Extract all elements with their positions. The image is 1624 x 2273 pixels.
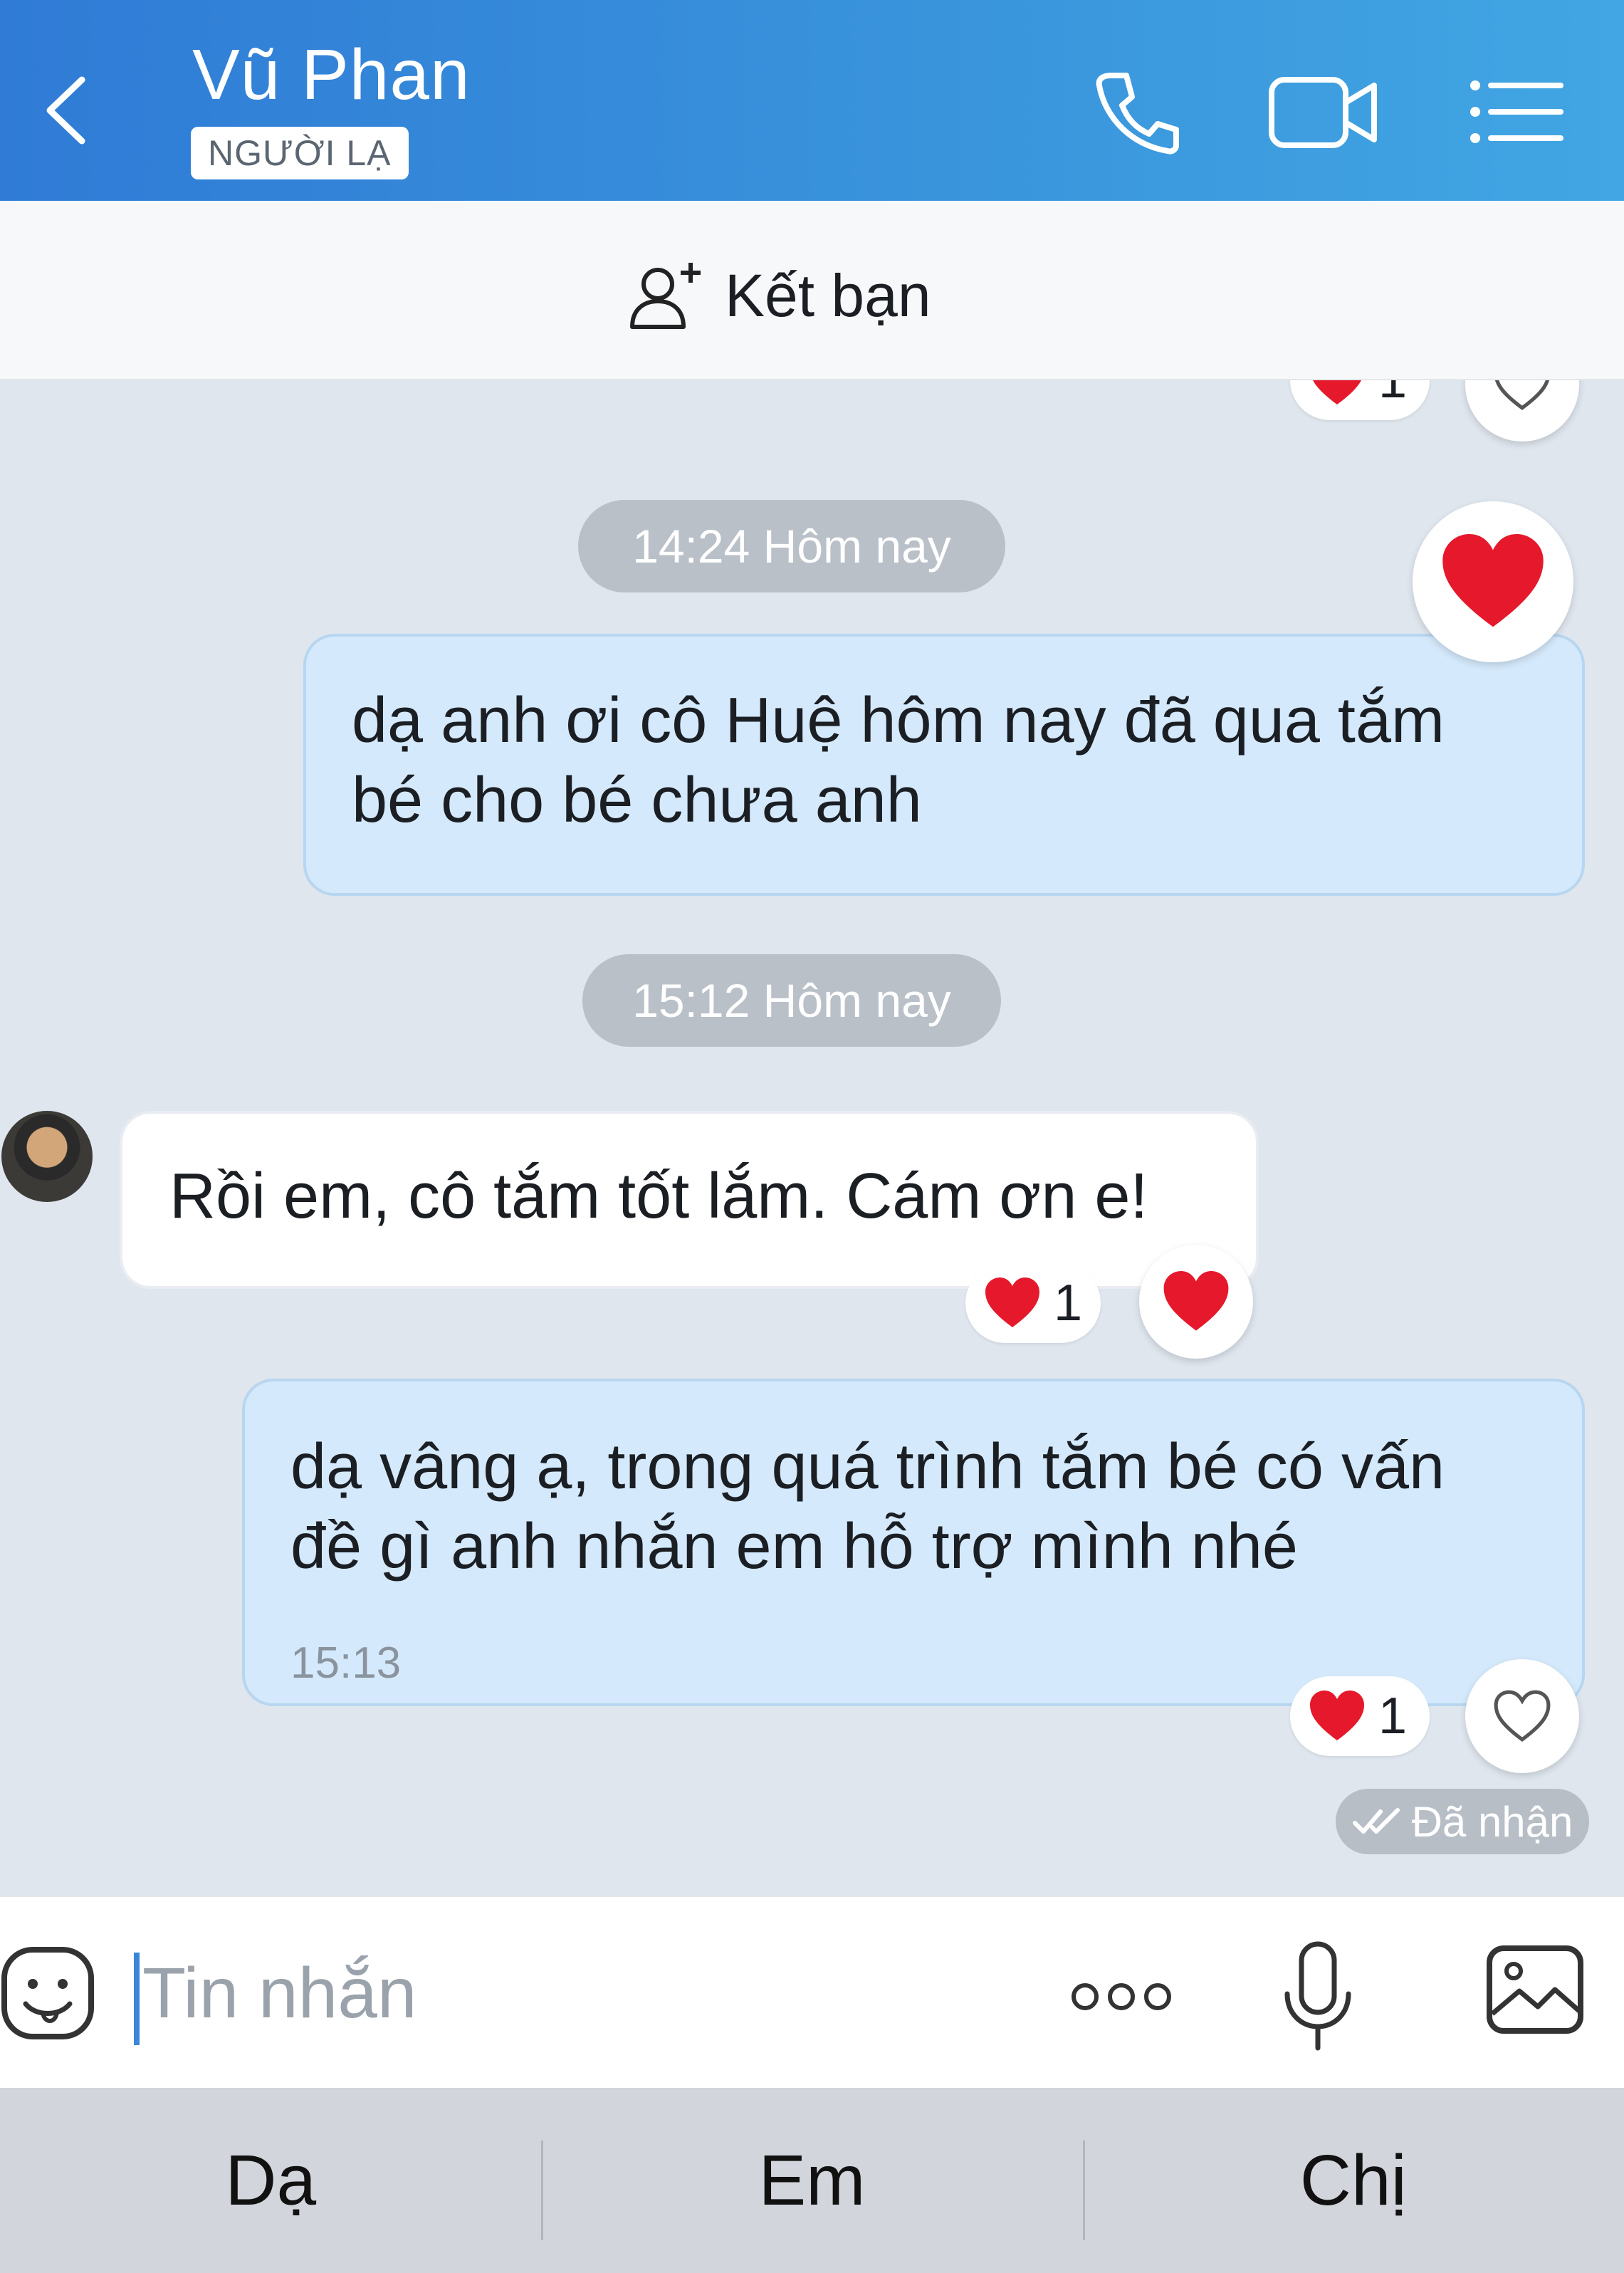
- chevron-left-icon: [46, 76, 85, 145]
- heart-icon: [985, 1277, 1039, 1327]
- received-message[interactable]: Rồi em, cô tắm tốt lắm. Cám ơn e!: [120, 1111, 1259, 1289]
- timestamp-divider: 15:12 Hôm nay: [582, 954, 1001, 1047]
- options-menu-button[interactable]: [1467, 66, 1566, 158]
- back-button[interactable]: [28, 64, 107, 157]
- heart-outline-icon: [1494, 380, 1550, 410]
- status-text: Đã nhận: [1411, 1797, 1573, 1846]
- heart-icon: [1313, 380, 1361, 404]
- more-dots-icon: [1072, 1983, 1171, 2010]
- contact-name[interactable]: Vũ Phan: [192, 34, 471, 116]
- reaction-summary[interactable]: 1: [965, 1263, 1101, 1343]
- emoji-button[interactable]: [0, 1945, 95, 2041]
- add-friend-icon: [630, 263, 701, 329]
- double-check-icon: [1352, 1808, 1400, 1834]
- list-menu-icon: [1470, 80, 1563, 143]
- phone-icon: [1096, 73, 1179, 155]
- microphone-icon: [1284, 1941, 1351, 2051]
- text-cursor: [134, 1953, 140, 2045]
- voice-record-button[interactable]: [1279, 1940, 1357, 2054]
- message-time: 15:13: [290, 1639, 402, 1688]
- reaction-summary[interactable]: 1: [1290, 380, 1430, 420]
- react-button[interactable]: [1465, 380, 1579, 441]
- add-friend-label: Kết bạn: [725, 261, 931, 329]
- reaction-heart-button[interactable]: [1139, 1245, 1253, 1359]
- message-text: dạ vâng ạ, trong quá trình tắm bé có vấn…: [290, 1431, 1445, 1582]
- more-options-button[interactable]: [1068, 1968, 1175, 2025]
- heart-icon: [1310, 1691, 1364, 1740]
- reaction-heart-button[interactable]: [1413, 501, 1573, 662]
- reaction-count: 1: [1378, 1688, 1408, 1745]
- message-text: Rồi em, cô tắm tốt lắm. Cám ơn e!: [169, 1161, 1148, 1232]
- add-friend-button[interactable]: Kết bạn: [627, 256, 931, 335]
- call-button[interactable]: [1089, 66, 1182, 158]
- message-input-bar: [0, 1896, 1624, 2088]
- quick-reply-da[interactable]: Dạ: [0, 2088, 541, 2273]
- react-button[interactable]: [1465, 1659, 1579, 1773]
- video-call-button[interactable]: [1267, 66, 1381, 158]
- send-image-button[interactable]: [1485, 1940, 1585, 2039]
- quick-reply-em[interactable]: Em: [541, 2088, 1082, 2273]
- heart-outline-icon: [1494, 1690, 1551, 1742]
- chat-header: Vũ Phan NGƯỜI LẠ: [0, 0, 1624, 201]
- sticker-face-icon: [1, 1947, 94, 2039]
- avatar[interactable]: [1, 1111, 93, 1202]
- add-friend-bar: Kết bạn: [0, 201, 1624, 380]
- sent-message[interactable]: dạ vâng ạ, trong quá trình tắm bé có vấn…: [242, 1379, 1585, 1706]
- video-camera-icon: [1269, 77, 1377, 148]
- heart-icon: [1163, 1271, 1229, 1331]
- chat-messages[interactable]: 1 14:24 Hôm nay dạ anh ơi cô Huệ hôm nay…: [0, 380, 1624, 1896]
- heart-icon: [1442, 534, 1544, 627]
- reaction-count: 1: [1053, 1275, 1082, 1332]
- timestamp-divider: 14:24 Hôm nay: [578, 500, 1005, 592]
- sent-message[interactable]: dạ anh ơi cô Huệ hôm nay đã qua tắm bé c…: [303, 634, 1585, 896]
- stranger-badge: NGƯỜI LẠ: [191, 127, 409, 179]
- delivery-status: Đã nhận: [1336, 1789, 1589, 1854]
- message-input[interactable]: [142, 1940, 997, 2047]
- quick-reply-chi[interactable]: Chị: [1082, 2088, 1624, 2273]
- image-gallery-icon: [1487, 1945, 1583, 2034]
- message-text: dạ anh ơi cô Huệ hôm nay đã qua tắm bé c…: [352, 685, 1445, 836]
- reaction-count: 1: [1378, 380, 1408, 409]
- reaction-summary[interactable]: 1: [1290, 1676, 1430, 1756]
- quick-reply-bar: Dạ Em Chị: [0, 2088, 1624, 2273]
